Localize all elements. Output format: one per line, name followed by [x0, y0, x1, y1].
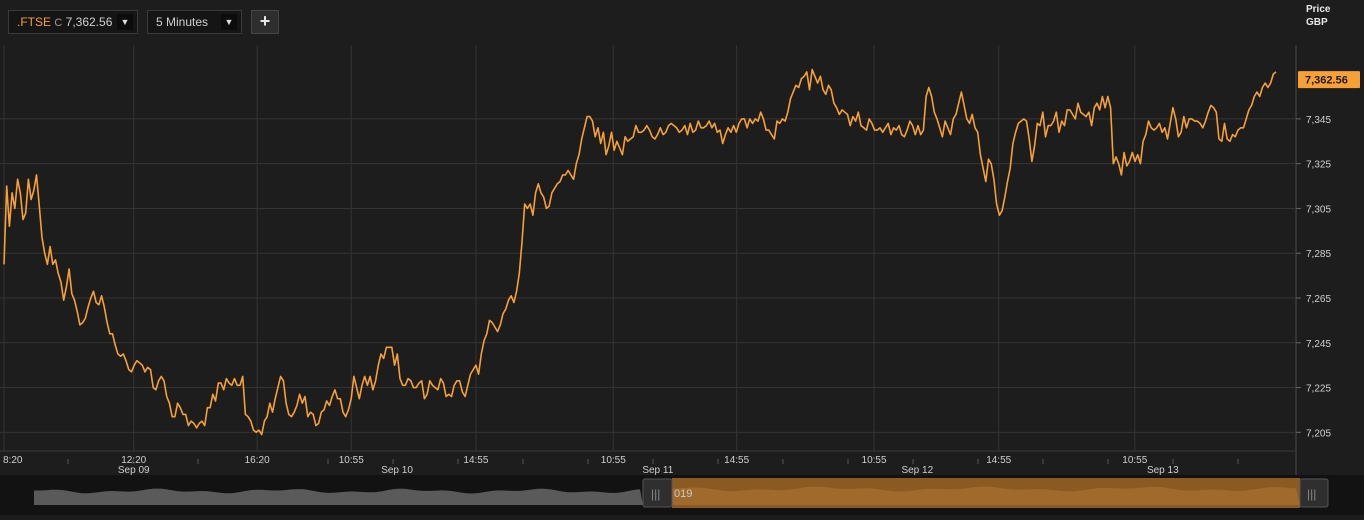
left-handle-grip-icon: ||| — [651, 487, 660, 501]
x-time-label: 14:55 — [986, 455, 1011, 466]
x-time-label: 10:55 — [862, 455, 887, 466]
x-time-label: 10:55 — [1122, 455, 1147, 466]
right-handle-grip-icon: ||| — [1307, 487, 1316, 501]
y-tick-label: 7,325 — [1306, 160, 1331, 171]
navigator-overview-area — [34, 488, 643, 505]
x-time-label: 10:55 — [339, 455, 364, 466]
y-tick-label: 7,245 — [1306, 339, 1331, 350]
x-time-label: 10:55 — [601, 455, 626, 466]
y-tick-label: 7,285 — [1306, 249, 1331, 260]
grid-lines — [0, 45, 1297, 475]
price-chart[interactable]: 7,205 7,225 7,245 7,265 7,285 7,305 7,325 7,345… — [0, 0, 1364, 475]
y-tick-label: 7,265 — [1306, 294, 1331, 305]
y-axis: 7,205 7,225 7,245 7,265 7,285 7,305 7,325 7,345 — [1296, 115, 1331, 439]
x-date-label: Sep 13 — [1147, 465, 1179, 475]
range-navigator[interactable]: ||| 019 ||| — [0, 475, 1364, 515]
x-time-label: 8:20 — [3, 455, 23, 466]
x-time-label: 14:55 — [463, 455, 488, 466]
y-tick-label: 7,205 — [1306, 428, 1331, 439]
x-date-label: Sep 12 — [901, 465, 933, 475]
y-tick-label: 7,345 — [1306, 115, 1331, 126]
last-price-marker: 7,362.56 — [1298, 71, 1360, 89]
y-tick-label: 7,225 — [1306, 384, 1331, 395]
x-date-label: Sep 11 — [642, 465, 673, 475]
x-axis: 8:20 12:20 16:20 10:55 14:55 10:55 14:55 10:55 1… — [3, 455, 1239, 475]
price-line — [3, 68, 1277, 436]
navigator-year-label: 019 — [674, 488, 692, 500]
last-price-label: 7,362.56 — [1305, 75, 1348, 87]
x-time-label: 16:20 — [245, 455, 270, 466]
x-time-label: 14:55 — [724, 455, 749, 466]
y-tick-label: 7,305 — [1306, 204, 1331, 215]
x-date-label: Sep 10 — [381, 465, 413, 475]
x-date-label: Sep 09 — [118, 465, 150, 475]
